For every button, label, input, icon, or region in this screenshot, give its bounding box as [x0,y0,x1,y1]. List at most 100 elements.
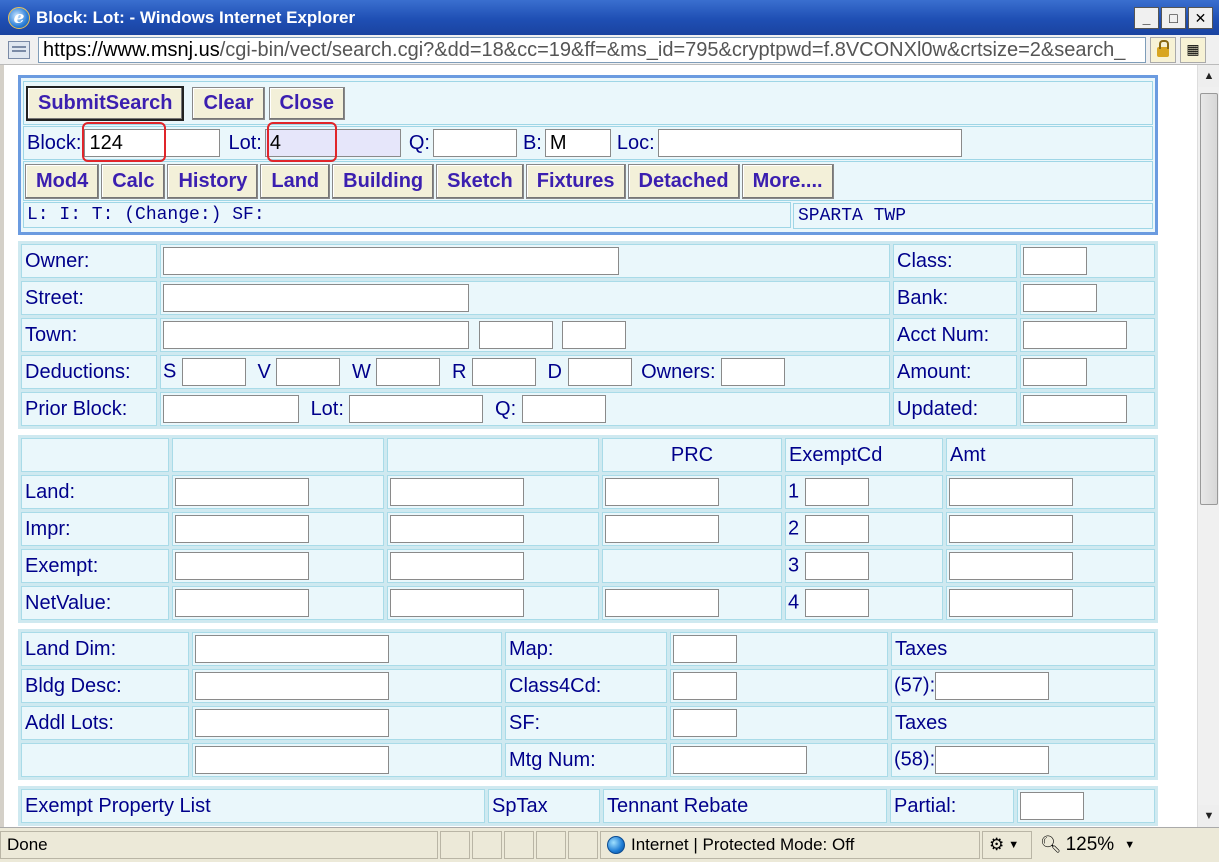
close-button[interactable]: Close [268,86,345,120]
tab-land[interactable]: Land [260,163,331,199]
map-input[interactable] [673,635,737,663]
section-tabs: Mod4 Calc History Land Building Sketch F… [23,161,1153,201]
exemptcd-1[interactable] [804,478,869,506]
window-titlebar: e Block: Lot: - Windows Internet Explore… [0,0,1219,35]
town-label: Town: [21,318,157,352]
ded-d-input[interactable] [567,358,632,386]
url-field[interactable]: https://www.msnj.us/cgi-bin/vect/search.… [38,36,1146,63]
sf-input[interactable] [673,709,737,737]
addl-lots-input[interactable] [195,709,389,737]
impr-prc[interactable] [605,515,719,543]
land-table: Land Dim: Map: Taxes Bldg Desc: Class4Cd… [18,629,1158,780]
netvalue-prc[interactable] [605,589,719,617]
scroll-up-icon[interactable]: ▲ [1198,65,1219,87]
amt-3[interactable] [949,552,1073,580]
map-label: Map: [505,632,667,666]
sf-label: SF: [505,706,667,740]
b-input[interactable] [544,129,611,157]
tab-building[interactable]: Building [332,163,435,199]
q-label: Q: [408,131,430,154]
netvalue-1[interactable] [175,589,309,617]
prior-q-input[interactable] [521,395,606,423]
owner-table: Owner: Class: Street: Bank: Town: Acct N… [18,241,1158,429]
addl-lots-label: Addl Lots: [21,706,189,740]
owners-input[interactable] [721,358,786,386]
submit-search-button[interactable]: SubmitSearch [26,85,185,121]
deductions-label: Deductions: [21,355,157,389]
q-input[interactable] [432,129,517,157]
ded-r-input[interactable] [471,358,536,386]
land-value-1[interactable] [175,478,309,506]
vertical-scrollbar[interactable]: ▲ ▼ [1197,65,1219,827]
tab-history[interactable]: History [167,163,259,199]
amount-input[interactable] [1023,358,1087,386]
tab-mod4[interactable]: Mod4 [25,163,100,199]
exempt-value-2[interactable] [390,552,524,580]
sptax-label: SpTax [488,789,600,823]
lock-icon[interactable] [1150,36,1176,63]
amt-2[interactable] [949,515,1073,543]
bank-input[interactable] [1023,284,1097,312]
scroll-thumb[interactable] [1200,93,1218,505]
amt-1[interactable] [949,478,1073,506]
status-bar: Done Internet | Protected Mode: Off ⚙ ▼ 🔍… [0,827,1219,862]
ded-v-input[interactable] [276,358,341,386]
loc-input[interactable] [657,129,962,157]
class4cd-input[interactable] [673,672,737,700]
ded-w-input[interactable] [376,358,441,386]
taxes-58-input[interactable] [935,746,1050,774]
close-window-button[interactable]: ✕ [1188,7,1213,29]
acct-num-input[interactable] [1023,321,1127,349]
globe-icon [607,836,625,854]
street-label: Street: [21,281,157,315]
class-input[interactable] [1023,247,1087,275]
impr-value-2[interactable] [390,515,524,543]
land-prc[interactable] [605,478,719,506]
bldg-desc-input[interactable] [195,672,389,700]
compatibility-view-icon[interactable]: ▦ [1180,36,1206,63]
ded-s-label: S [163,360,177,383]
zoom-control[interactable]: 🔍︎ 125% ▼ [1034,831,1154,859]
taxes-label-1: Taxes [891,632,1155,666]
updated-input[interactable] [1023,395,1127,423]
tab-more[interactable]: More.... [741,163,834,199]
amt-4[interactable] [949,589,1073,617]
exempt-num-3: 3 [788,554,800,577]
land-value-2[interactable] [390,478,524,506]
exempt-value-1[interactable] [175,552,309,580]
exemptcd-4[interactable] [804,589,869,617]
town-input[interactable] [163,321,469,349]
ded-s-input[interactable] [181,358,246,386]
netvalue-label: NetValue: [21,586,169,620]
security-zone[interactable]: Internet | Protected Mode: Off [600,831,980,859]
clear-button[interactable]: Clear [192,86,265,120]
taxes-57-input[interactable] [935,672,1050,700]
values-table: PRC ExemptCd Amt Land: 1 Impr: 2 Exempt:… [18,435,1158,623]
exemptcd-3[interactable] [804,552,869,580]
tab-sketch[interactable]: Sketch [436,163,524,199]
tab-calc[interactable]: Calc [101,163,166,199]
prior-lot-input[interactable] [349,395,484,423]
prior-block-input[interactable] [163,395,299,423]
maximize-button[interactable]: □ [1161,7,1186,29]
netvalue-2[interactable] [390,589,524,617]
settings-dropdown[interactable]: ⚙ ▼ [982,831,1032,859]
land-label: Land: [21,475,169,509]
owner-input[interactable] [163,247,619,275]
exemptcd-2[interactable] [804,515,869,543]
gear-icon: ⚙ [989,835,1005,854]
impr-value-1[interactable] [175,515,309,543]
land-dim-input[interactable] [195,635,389,663]
prior-q-label: Q: [495,397,517,420]
tab-fixtures[interactable]: Fixtures [525,163,626,199]
partial-input[interactable] [1020,792,1084,820]
addl-lots-input-2[interactable] [195,746,389,774]
street-input[interactable] [163,284,469,312]
tab-detached[interactable]: Detached [627,163,740,199]
scroll-down-icon[interactable]: ▼ [1198,805,1219,827]
ded-v-label: V [257,360,271,383]
mtg-num-input[interactable] [673,746,807,774]
zip-input[interactable] [562,321,627,349]
state-input[interactable] [478,321,553,349]
minimize-button[interactable]: _ [1134,7,1159,29]
